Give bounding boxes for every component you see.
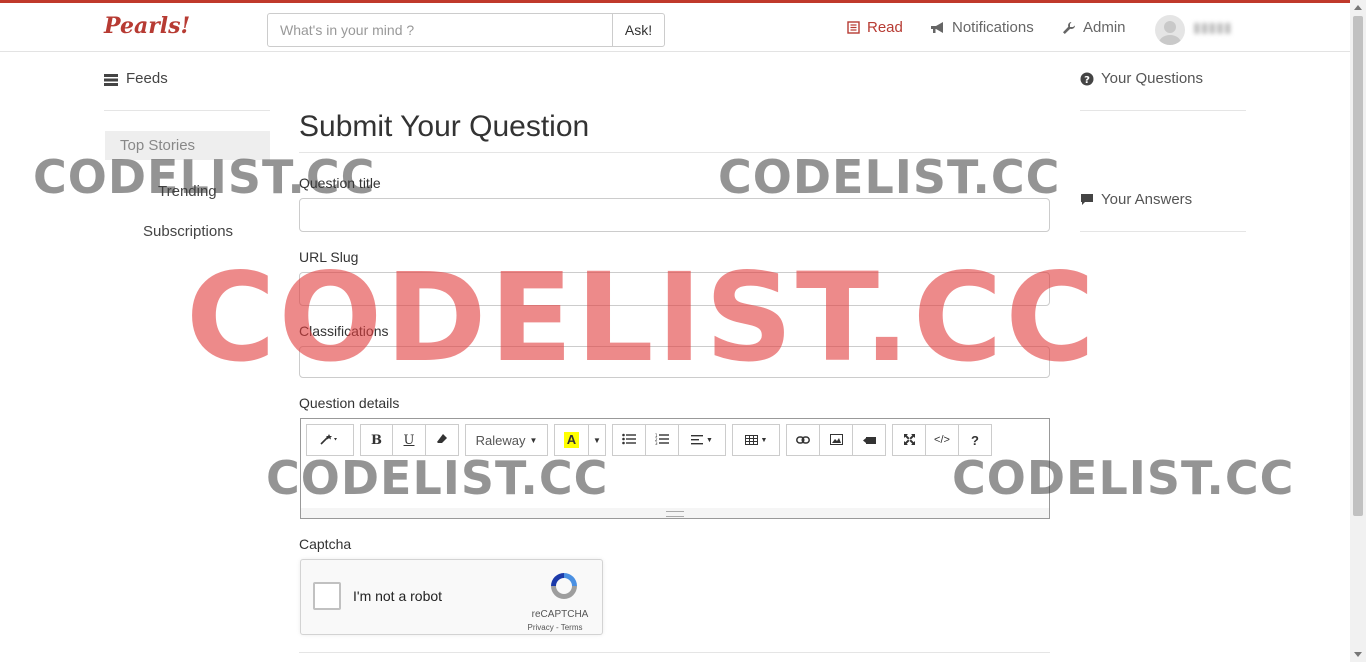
recaptcha-label: I'm not a robot bbox=[353, 588, 443, 604]
highlight-color-button[interactable]: A bbox=[554, 424, 589, 456]
nav-notifications-label: Notifications bbox=[952, 19, 1034, 36]
clear-format-button[interactable] bbox=[425, 424, 459, 456]
avatar[interactable] bbox=[1155, 15, 1185, 45]
classifications-input[interactable] bbox=[299, 346, 1050, 378]
ordered-list-button[interactable]: 123 bbox=[645, 424, 679, 456]
your-answers-link[interactable]: Your Answers bbox=[1080, 191, 1246, 232]
font-family-value: Raleway bbox=[475, 432, 526, 448]
align-left-icon bbox=[691, 433, 704, 448]
style-dropdown-button[interactable] bbox=[306, 424, 354, 456]
feeds-heading: Feeds bbox=[104, 70, 270, 111]
recaptcha-widget: I'm not a robot reCAPTCHA Privacy - Term… bbox=[300, 559, 603, 635]
brand-logo[interactable]: Pearls! bbox=[104, 13, 190, 39]
underline-button[interactable]: U bbox=[392, 424, 426, 456]
picture-icon bbox=[829, 433, 843, 448]
fullscreen-button[interactable] bbox=[892, 424, 926, 456]
bold-button[interactable]: B bbox=[360, 424, 393, 456]
eraser-icon bbox=[436, 433, 448, 448]
sidebar-item-top-stories[interactable]: Top Stories bbox=[105, 131, 270, 160]
bold-icon: B bbox=[371, 432, 382, 448]
form-divider bbox=[299, 652, 1050, 653]
table-dropdown[interactable]: ▼ bbox=[732, 424, 780, 456]
table-icon bbox=[744, 433, 758, 448]
comment-icon bbox=[1080, 191, 1094, 211]
highlight-color-dropdown[interactable]: ▼ bbox=[588, 424, 606, 456]
classifications-label: Classifications bbox=[299, 323, 389, 339]
bullet-list-icon bbox=[622, 433, 636, 448]
question-title-label: Question title bbox=[299, 175, 381, 191]
expand-icon bbox=[903, 433, 915, 448]
nav-read-label: Read bbox=[867, 19, 903, 36]
wrench-icon bbox=[1062, 21, 1076, 35]
resize-grip-icon[interactable] bbox=[666, 511, 684, 517]
magic-wand-icon bbox=[320, 433, 340, 448]
feeds-title: Feeds bbox=[126, 70, 168, 87]
svg-text:?: ? bbox=[1084, 75, 1090, 86]
question-circle-icon: ? bbox=[1080, 70, 1094, 90]
video-icon bbox=[862, 433, 876, 448]
insert-link-button[interactable] bbox=[786, 424, 820, 456]
top-navbar: Pearls! Ask! Read Notifications Admin ▮▮… bbox=[0, 0, 1350, 52]
url-slug-label: URL Slug bbox=[299, 249, 359, 265]
text-highlight-icon: A bbox=[563, 432, 580, 448]
ask-button[interactable]: Ask! bbox=[612, 13, 665, 47]
numbered-list-icon: 123 bbox=[655, 433, 669, 448]
link-icon bbox=[796, 433, 810, 448]
scroll-up-arrow-icon[interactable] bbox=[1354, 5, 1362, 10]
sidebar-item-subscriptions[interactable]: Subscriptions bbox=[143, 223, 233, 240]
insert-image-button[interactable] bbox=[819, 424, 853, 456]
paragraph-align-dropdown[interactable]: ▼ bbox=[678, 424, 726, 456]
question-details-label: Question details bbox=[299, 395, 400, 411]
recaptcha-terms-link[interactable]: Privacy - Terms bbox=[520, 623, 590, 632]
nav-admin-label: Admin bbox=[1083, 19, 1126, 36]
rich-text-editor[interactable]: B U Raleway ▼ A ▼ 123 ▼ ▼ </> ? bbox=[300, 418, 1050, 519]
captcha-label: Captcha bbox=[299, 536, 352, 552]
search-input[interactable] bbox=[267, 13, 613, 47]
your-questions-link[interactable]: ? Your Questions bbox=[1080, 70, 1246, 111]
underline-icon: U bbox=[403, 432, 415, 448]
caret-down-icon: ▼ bbox=[706, 436, 713, 444]
book-icon bbox=[847, 21, 860, 34]
font-family-dropdown[interactable]: Raleway ▼ bbox=[465, 424, 548, 456]
code-view-button[interactable]: </> bbox=[925, 424, 959, 456]
search-bar: Ask! bbox=[267, 13, 665, 47]
help-icon: ? bbox=[971, 432, 979, 448]
your-answers-label: Your Answers bbox=[1101, 191, 1193, 208]
caret-down-icon: ▼ bbox=[760, 436, 768, 444]
question-title-input[interactable] bbox=[299, 198, 1050, 232]
recaptcha-logo-icon bbox=[548, 570, 580, 607]
help-button[interactable]: ? bbox=[958, 424, 992, 456]
recaptcha-checkbox[interactable] bbox=[313, 582, 341, 610]
scroll-down-arrow-icon[interactable] bbox=[1354, 652, 1362, 657]
svg-text:3: 3 bbox=[655, 441, 658, 445]
recaptcha-brand: reCAPTCHA bbox=[531, 609, 589, 620]
nav-admin[interactable]: Admin bbox=[1062, 19, 1126, 36]
insert-video-button[interactable] bbox=[852, 424, 886, 456]
nav-read[interactable]: Read bbox=[847, 19, 903, 36]
url-slug-input[interactable] bbox=[299, 272, 1050, 306]
sidebar-item-trending[interactable]: Trending bbox=[158, 183, 217, 200]
caret-down-icon: ▼ bbox=[593, 435, 601, 445]
watermark-text: CODELIST.CC bbox=[718, 150, 1061, 204]
username-blurred[interactable]: ▮▮▮▮▮ bbox=[1193, 19, 1232, 36]
code-icon: </> bbox=[934, 434, 950, 446]
caret-down-icon: ▼ bbox=[529, 435, 538, 445]
your-questions-label: Your Questions bbox=[1101, 70, 1204, 87]
editor-resize-bar[interactable] bbox=[301, 508, 1049, 518]
list-icon bbox=[104, 70, 118, 91]
page-scrollbar[interactable] bbox=[1350, 0, 1366, 662]
unordered-list-button[interactable] bbox=[612, 424, 646, 456]
scroll-thumb[interactable] bbox=[1353, 16, 1363, 516]
nav-notifications[interactable]: Notifications bbox=[930, 19, 1034, 36]
page-title: Submit Your Question bbox=[299, 108, 1050, 153]
bullhorn-icon bbox=[930, 21, 945, 34]
